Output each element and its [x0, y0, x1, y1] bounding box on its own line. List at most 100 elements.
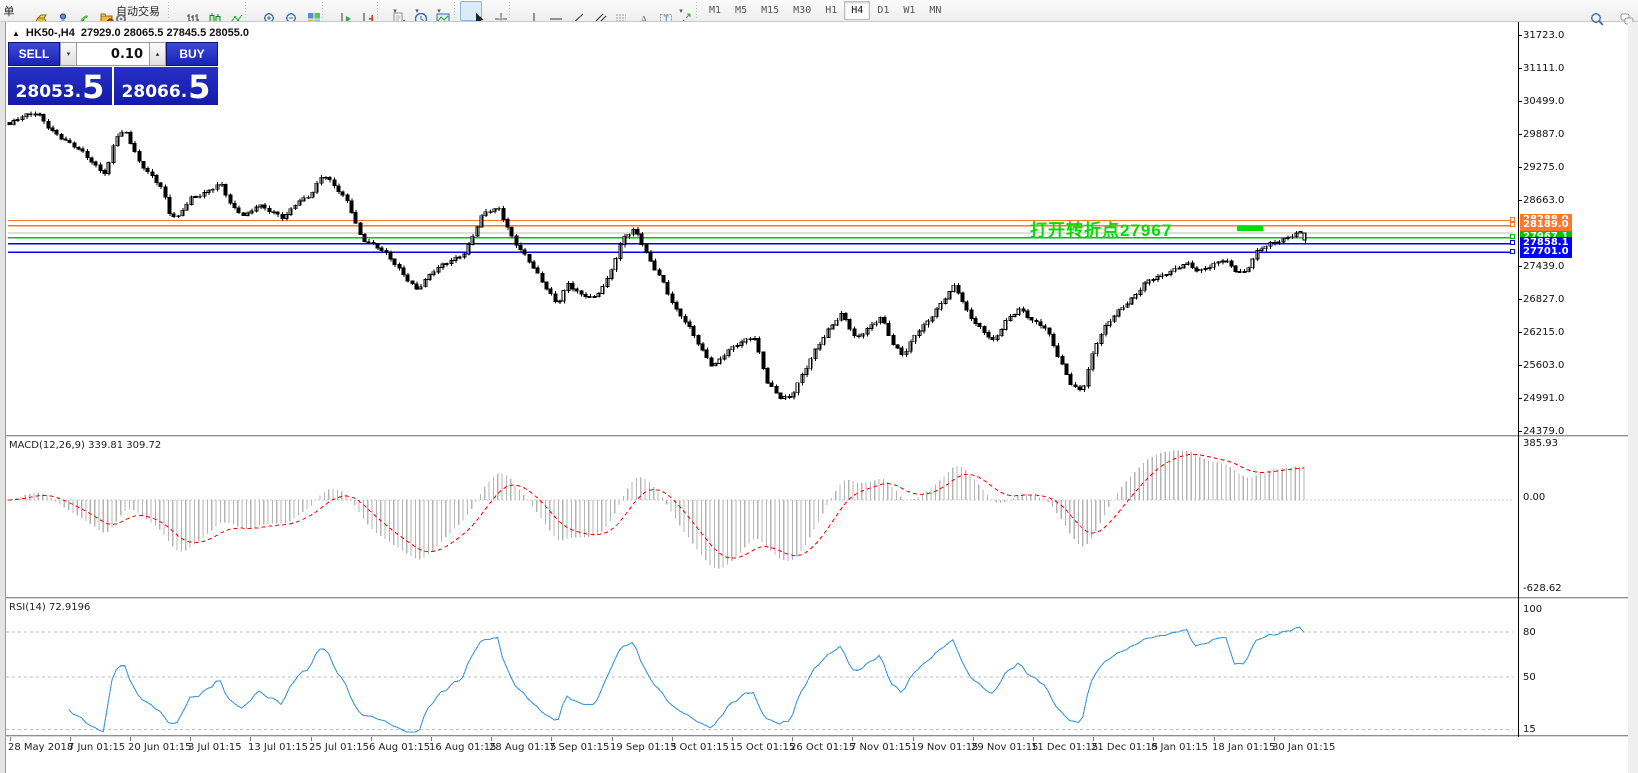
time-axis-tick	[913, 737, 914, 741]
auto-scroll-button[interactable]	[328, 1, 350, 21]
macd-panel-plot[interactable]	[6, 437, 1519, 597]
vertical-line-button[interactable]	[515, 1, 537, 21]
time-axis-tick	[1153, 737, 1154, 741]
price-axis-label[interactable]: 24379.0	[1523, 426, 1623, 437]
time-axis-label[interactable]: 7 Sep 01:15	[549, 742, 609, 753]
time-axis-tick	[852, 737, 853, 741]
price-axis-border	[1518, 22, 1519, 737]
time-axis-label[interactable]: 30 Jan 01:15	[1272, 742, 1335, 753]
time-axis-tick	[551, 737, 552, 741]
timeframe-m5-button[interactable]: M5	[728, 1, 754, 20]
time-axis-tick	[1093, 737, 1094, 741]
price-axis-label[interactable]: 27439.0	[1523, 261, 1623, 272]
timeframe-h4-button[interactable]: H4	[844, 1, 870, 20]
line-endpoint-handle[interactable]	[1510, 234, 1515, 239]
timeframe-m30-button[interactable]: M30	[786, 1, 818, 20]
price-axis-label[interactable]: 31723.0	[1523, 30, 1623, 41]
timeframe-w1-button[interactable]: W1	[896, 1, 922, 20]
price-axis-tick	[1518, 266, 1522, 267]
price-axis-label[interactable]: 28663.0	[1523, 195, 1623, 206]
time-axis-label[interactable]: 21 Dec 01:15	[1091, 742, 1158, 753]
price-axis-label[interactable]: 24991.0	[1523, 393, 1623, 404]
price-axis-label[interactable]: 29887.0	[1523, 129, 1623, 140]
timeframe-m15-button[interactable]: M15	[754, 1, 786, 20]
price-axis-label[interactable]: 29275.0	[1523, 162, 1623, 173]
lot-decrease-button[interactable]: ▾	[60, 42, 77, 66]
time-axis-label[interactable]: 19 Sep 01:15	[610, 742, 677, 753]
bar-chart-type-button[interactable]	[174, 1, 196, 21]
time-axis-label[interactable]: 3 Oct 01:15	[670, 742, 729, 753]
rsi-axis-label: 50	[1523, 672, 1623, 683]
time-axis-label[interactable]: 28 Aug 01:15	[489, 742, 556, 753]
sell-price-display[interactable]: 28053 . 5	[8, 67, 112, 105]
lot-size-input[interactable]	[77, 42, 149, 66]
chart-title: ▲ HK50-,H4 27929.0 28065.5 27845.5 28055…	[12, 27, 249, 39]
svg-text:A: A	[640, 14, 648, 23]
buy-button[interactable]: BUY	[166, 42, 218, 66]
price-axis-label[interactable]: 30499.0	[1523, 96, 1623, 107]
turning-point-annotation[interactable]: 打开转折点27967	[1030, 216, 1172, 241]
time-axis-label[interactable]: 6 Aug 01:15	[369, 742, 430, 753]
time-axis-label[interactable]: 19 Nov 01:15	[911, 742, 978, 753]
time-axis-label[interactable]: 7 Jun 01:15	[68, 742, 125, 753]
line-endpoint-handle[interactable]	[1510, 249, 1515, 254]
timeframe-d1-button[interactable]: D1	[870, 1, 896, 20]
time-axis-tick	[491, 737, 492, 741]
time-axis-label[interactable]: 3 Jul 01:15	[188, 742, 242, 753]
chat-button[interactable]	[1608, 1, 1630, 21]
time-axis-label[interactable]: 26 Oct 01:15	[790, 742, 855, 753]
timeframe-mn-button[interactable]: MN	[922, 1, 948, 20]
time-axis-tick	[792, 737, 793, 741]
add-indicator-button[interactable]: ▾	[383, 1, 405, 21]
rsi-panel-plot[interactable]	[6, 599, 1519, 735]
time-axis-label[interactable]: 29 Nov 01:15	[971, 742, 1038, 753]
timeframe-m1-button[interactable]: M1	[702, 1, 728, 20]
price-axis-tick	[1518, 68, 1522, 69]
time-axis-label[interactable]: 25 Jul 01:15	[309, 742, 369, 753]
time-axis-label[interactable]: 28 May 2018	[8, 742, 73, 753]
green-level-marker[interactable]	[1237, 226, 1263, 231]
time-axis-label[interactable]: 7 Nov 01:15	[850, 742, 911, 753]
svg-text:T: T	[664, 14, 670, 23]
buy-price-dot: .	[181, 82, 187, 102]
sell-price-dot: .	[75, 82, 81, 102]
autotrading-button-button[interactable]: 自动交易	[110, 1, 163, 21]
sell-button[interactable]: SELL	[8, 42, 60, 66]
time-axis-tick	[1214, 737, 1215, 741]
price-axis-label[interactable]: 25603.0	[1523, 360, 1623, 371]
time-axis-tick	[10, 737, 11, 741]
price-axis-tick	[1518, 167, 1522, 168]
price-chart-plot[interactable]	[6, 22, 1519, 435]
price-axis-label[interactable]: 26215.0	[1523, 327, 1623, 338]
periods-button[interactable]: ▾	[405, 1, 427, 21]
panel-separator[interactable]	[6, 435, 1628, 437]
time-axis-label[interactable]: 20 Jun 01:15	[128, 742, 192, 753]
zoom-in-button[interactable]	[251, 1, 273, 21]
time-axis-label[interactable]: 15 Oct 01:15	[730, 742, 795, 753]
buy-price-display[interactable]: 28066 . 5	[114, 67, 218, 105]
panel-separator[interactable]	[6, 597, 1628, 599]
gold-ingot-button[interactable]	[22, 1, 44, 21]
time-axis-label[interactable]: 13 Jul 01:15	[248, 742, 308, 753]
new-order-truncated-button[interactable]: 单	[0, 1, 22, 21]
line-endpoint-handle[interactable]	[1510, 222, 1515, 227]
sell-price-main: 28053	[16, 82, 75, 102]
time-axis-label[interactable]: 18 Jan 01:15	[1212, 742, 1275, 753]
time-axis-label[interactable]: 8 Jan 01:15	[1151, 742, 1208, 753]
lot-increase-button[interactable]: ▴	[149, 42, 166, 66]
templates-button[interactable]: ▾	[427, 1, 449, 21]
price-axis-tick	[1518, 134, 1522, 135]
macd-signal-line	[8, 454, 1304, 558]
price-axis-label[interactable]: 26827.0	[1523, 294, 1623, 305]
timeframe-h1-button[interactable]: H1	[818, 1, 844, 20]
time-axis-label[interactable]: 11 Dec 01:15	[1031, 742, 1098, 753]
time-axis-tick	[431, 737, 432, 741]
cursor-button[interactable]	[460, 1, 482, 21]
trading-platform-window: 单自动交易▾▾▾EFAT▾M1M5M15M30H1H4D1W1MN ▲ HK50…	[0, 0, 1638, 773]
price-axis-label[interactable]: 31111.0	[1523, 63, 1623, 74]
search-button[interactable]	[1578, 1, 1600, 21]
time-axis-tick	[190, 737, 191, 741]
buy-price-fraction: 5	[188, 72, 210, 102]
time-axis-label[interactable]: 16 Aug 01:15	[429, 742, 496, 753]
line-endpoint-handle[interactable]	[1510, 240, 1515, 245]
